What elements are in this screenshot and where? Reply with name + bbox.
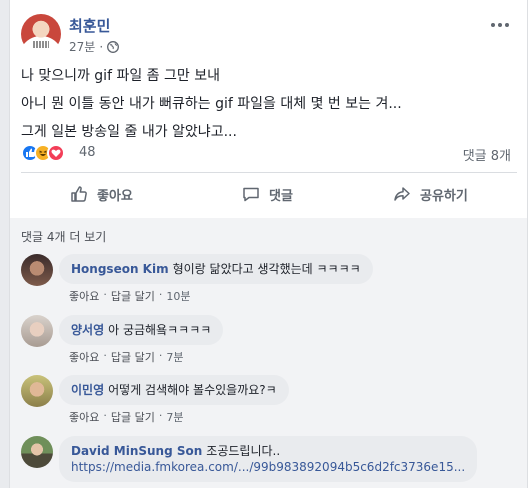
view-more-comments-link[interactable]: 댓글 4개 더 보기 xyxy=(21,228,106,245)
comment-avatar[interactable] xyxy=(21,375,53,407)
comment-bubble: David MinSung Son 조공드립니다.. https://media.… xyxy=(59,436,478,482)
comment-reply-link[interactable]: 답글 달기 xyxy=(111,288,155,304)
post-meta: 27분 · xyxy=(69,38,120,55)
comment-text: 아 궁금해욬ㅋㅋㅋㅋ xyxy=(108,323,212,337)
comment-avatar[interactable] xyxy=(21,254,53,286)
comment-avatar[interactable] xyxy=(21,315,53,347)
globe-icon xyxy=(107,40,120,53)
comment-bubble: Hongseon Kim 형이랑 닮았다고 생각했는데 ㅋㅋㅋㅋ xyxy=(59,254,373,284)
post-header: 최훈민 27분 · xyxy=(21,14,511,58)
comment-author[interactable]: 양서영 xyxy=(71,323,104,337)
comment-like-link[interactable]: 좋아요 xyxy=(69,349,99,365)
post-line-2: 아니 뭔 이틀 동안 내가 뻐큐하는 gif 파일을 대체 몇 번 보는 겨..… xyxy=(21,96,402,112)
author-avatar[interactable] xyxy=(21,14,61,54)
more-options-icon[interactable] xyxy=(491,16,511,32)
divider xyxy=(21,172,517,173)
comment-button-label: 댓글 xyxy=(269,188,293,204)
comment-time[interactable]: 7분 xyxy=(166,409,183,425)
comment-count[interactable]: 댓글 8개 xyxy=(463,145,511,164)
comment-author[interactable]: Hongseon Kim xyxy=(71,262,169,276)
comment-time[interactable]: 7분 xyxy=(166,349,183,365)
thumbs-up-icon xyxy=(71,186,87,202)
comment-time[interactable]: 10분 xyxy=(166,288,190,304)
share-button[interactable]: 공유하기 xyxy=(392,174,468,214)
comment-text: 어떻게 검색해야 볼수있을까요?ㅋ xyxy=(108,383,277,397)
share-button-label: 공유하기 xyxy=(420,188,468,204)
post-actions: 좋아요 댓글 공유하기 xyxy=(21,174,517,214)
comment-like-link[interactable]: 좋아요 xyxy=(69,409,99,425)
comment-avatar[interactable] xyxy=(21,436,53,468)
comment-text: 조공드립니다.. xyxy=(206,444,281,458)
reactions-summary[interactable]: 48 댓글 8개 xyxy=(21,142,511,164)
like-button-label: 좋아요 xyxy=(97,188,133,204)
comment-like-link[interactable]: 좋아요 xyxy=(69,288,99,304)
author-name[interactable]: 최훈민 xyxy=(69,15,110,36)
comment-actions: 좋아요 · 답글 달기 · 10분 xyxy=(69,288,191,304)
post-card: 최훈민 27분 · 나 맞으니까 gif 파일 좀 그만 보내 아니 뭔 이틀 … xyxy=(9,0,528,488)
comment-author[interactable]: 이민영 xyxy=(71,383,104,397)
comment-url-link[interactable]: https://media.fmkorea.com/.../99b9838920… xyxy=(71,459,465,475)
comment-actions: 좋아요 · 답글 달기 · 7분 xyxy=(69,349,184,365)
comment-bubble: 양서영 아 궁금해욬ㅋㅋㅋㅋ xyxy=(59,315,224,345)
share-icon xyxy=(394,187,410,201)
comment-reply-link[interactable]: 답글 달기 xyxy=(111,349,155,365)
comment-actions: 좋아요 · 답글 달기 · 7분 xyxy=(69,409,184,425)
comments-section: 댓글 4개 더 보기 Hongseon Kim 형이랑 닮았다고 생각했는데 ㅋㅋ… xyxy=(10,218,527,488)
comment-icon xyxy=(243,187,259,202)
post-time[interactable]: 27분 xyxy=(69,38,95,55)
reaction-count: 48 xyxy=(79,145,96,160)
like-button[interactable]: 좋아요 xyxy=(69,174,133,214)
comment-reply-link[interactable]: 답글 달기 xyxy=(111,409,155,425)
love-icon xyxy=(47,144,65,162)
comment-text: 형이랑 닮았다고 생각했는데 ㅋㅋㅋㅋ xyxy=(172,262,361,276)
comment-button[interactable]: 댓글 xyxy=(241,174,293,214)
post-line-1: 나 맞으니까 gif 파일 좀 그만 보내 xyxy=(21,68,220,84)
comment-author[interactable]: David MinSung Son xyxy=(71,444,202,458)
post-text: 나 맞으니까 gif 파일 좀 그만 보내 아니 뭔 이틀 동안 내가 뻐큐하는… xyxy=(21,62,511,146)
comment-bubble: 이민영 어떻게 검색해야 볼수있을까요?ㅋ xyxy=(59,375,289,405)
